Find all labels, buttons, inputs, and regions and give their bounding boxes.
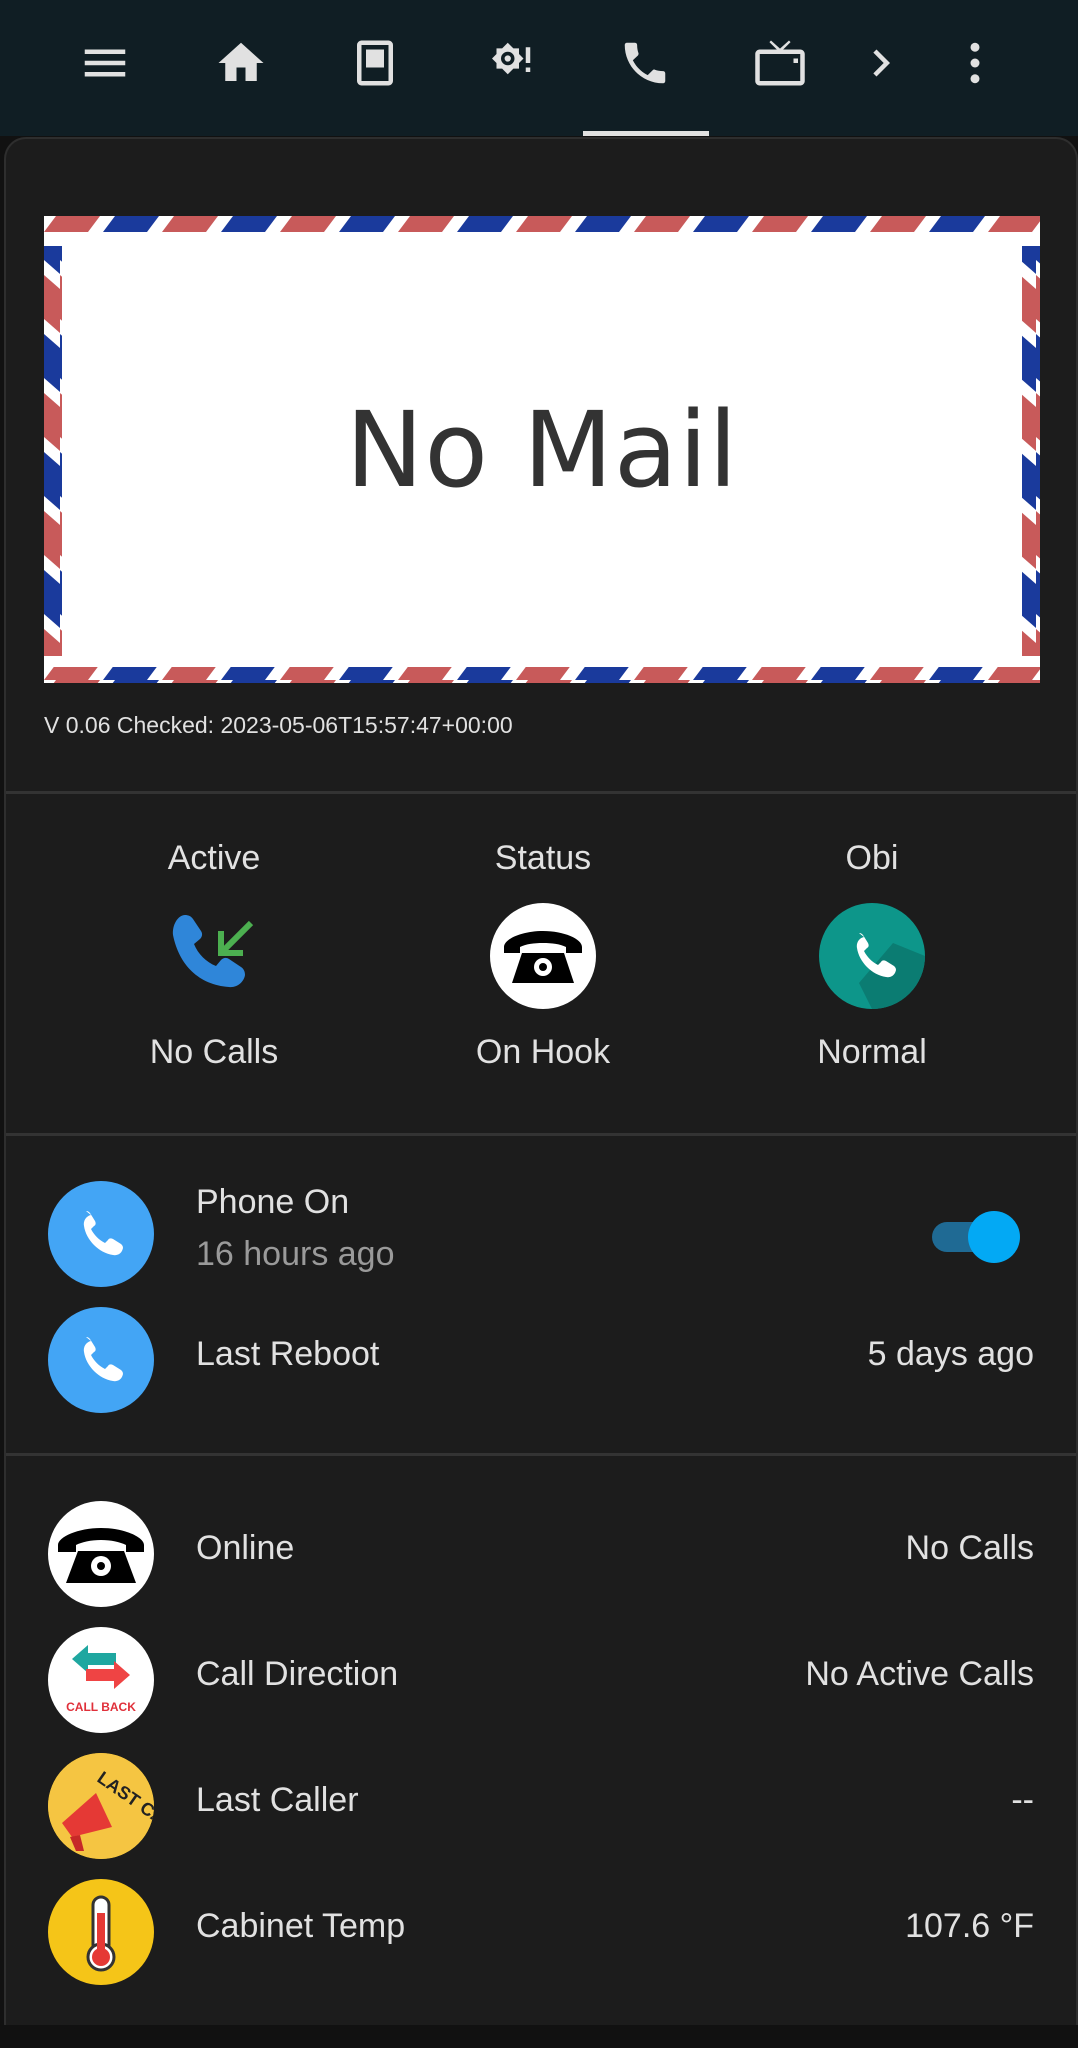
row-icon xyxy=(48,1501,154,1607)
mail-status-text: No Mail xyxy=(345,388,739,511)
divider xyxy=(6,1133,1076,1136)
row-icon: LAST CA xyxy=(48,1753,154,1859)
online-row[interactable]: Online No Calls xyxy=(6,1499,1076,1609)
rotary-phone-icon xyxy=(490,903,596,1009)
tab-home[interactable] xyxy=(196,18,286,108)
row-name: Last Reboot xyxy=(196,1335,380,1373)
rotary-phone-icon xyxy=(58,1528,144,1583)
row-name: Phone On xyxy=(196,1183,350,1221)
tablet-icon xyxy=(357,40,393,86)
phone-icon xyxy=(83,1211,123,1256)
chevron-right-icon xyxy=(873,49,890,77)
cabinet-temp-row[interactable]: Cabinet Temp 107.6 °F xyxy=(6,1877,1076,1987)
glance-state: On Hook xyxy=(475,1033,611,1071)
tab-tablet[interactable] xyxy=(330,18,420,108)
row-value: -- xyxy=(1011,1781,1034,1819)
menu-button[interactable] xyxy=(60,18,150,108)
row-icon xyxy=(48,1181,154,1287)
phone-on-row[interactable]: Phone On 16 hours ago xyxy=(6,1179,1076,1289)
toggle-thumb xyxy=(968,1211,1020,1263)
more-vertical-icon xyxy=(970,42,980,84)
active-tab-indicator xyxy=(583,131,709,136)
home-icon xyxy=(218,42,264,81)
tab-brightness[interactable] xyxy=(465,18,555,108)
glance-title: Active xyxy=(167,839,261,877)
glance-title: Status xyxy=(494,839,592,877)
glance-obi[interactable]: Obi Normal xyxy=(708,839,1036,1099)
dashboard-card: No Mail V 0.06 Checked: 2023-05-06T15:57… xyxy=(4,137,1078,2025)
row-value: No Active Calls xyxy=(805,1655,1034,1693)
phone-incoming-icon xyxy=(172,915,254,988)
overflow-menu-button[interactable] xyxy=(930,18,1020,108)
row-name: Last Caller xyxy=(196,1781,359,1819)
divider xyxy=(6,1453,1076,1456)
glance-active[interactable]: Active No Calls xyxy=(50,839,378,1099)
tab-tv[interactable] xyxy=(735,18,825,108)
phone-on-toggle[interactable] xyxy=(928,1209,1020,1263)
version-checked-text: V 0.06 Checked: 2023-05-06T15:57:47+00:0… xyxy=(44,712,513,738)
thermometer-icon xyxy=(86,1895,116,1972)
row-secondary: 16 hours ago xyxy=(196,1235,395,1273)
row-icon xyxy=(48,1879,154,1985)
brightness-alert-icon xyxy=(492,42,531,75)
glance-title: Obi xyxy=(845,839,899,877)
glance-status[interactable]: Status On Hook xyxy=(379,839,707,1099)
glance-state: Normal xyxy=(817,1033,927,1071)
tab-scroll-right[interactable] xyxy=(838,18,924,108)
row-value: No Calls xyxy=(905,1529,1034,1567)
mail-status-image[interactable]: No Mail xyxy=(44,216,1040,683)
row-name: Online xyxy=(196,1529,295,1567)
row-value: 107.6 °F xyxy=(905,1907,1034,1945)
top-app-bar xyxy=(0,0,1078,136)
call-direction-row[interactable]: CALL BACK Call Direction No Active Calls xyxy=(6,1625,1076,1735)
menu-icon xyxy=(84,49,126,77)
row-name: Call Direction xyxy=(196,1655,399,1693)
phone-icon xyxy=(624,42,666,84)
megaphone-icon: LAST CA xyxy=(48,1753,154,1859)
row-icon: CALL BACK xyxy=(48,1627,154,1733)
glance-state: No Calls xyxy=(149,1033,279,1071)
row-value: 5 days ago xyxy=(867,1335,1034,1373)
divider xyxy=(6,791,1076,794)
call-back-icon-text: CALL BACK xyxy=(66,1700,136,1714)
tab-phone[interactable] xyxy=(600,18,690,108)
last-reboot-row[interactable]: Last Reboot 5 days ago xyxy=(6,1305,1076,1415)
phone-icon xyxy=(819,903,925,1009)
row-name: Cabinet Temp xyxy=(196,1907,406,1945)
phone-icon xyxy=(83,1337,123,1382)
row-icon xyxy=(48,1307,154,1413)
last-caller-row[interactable]: LAST CA Last Caller -- xyxy=(6,1751,1076,1861)
tv-icon xyxy=(755,40,805,86)
call-back-icon: CALL BACK xyxy=(66,1645,136,1714)
